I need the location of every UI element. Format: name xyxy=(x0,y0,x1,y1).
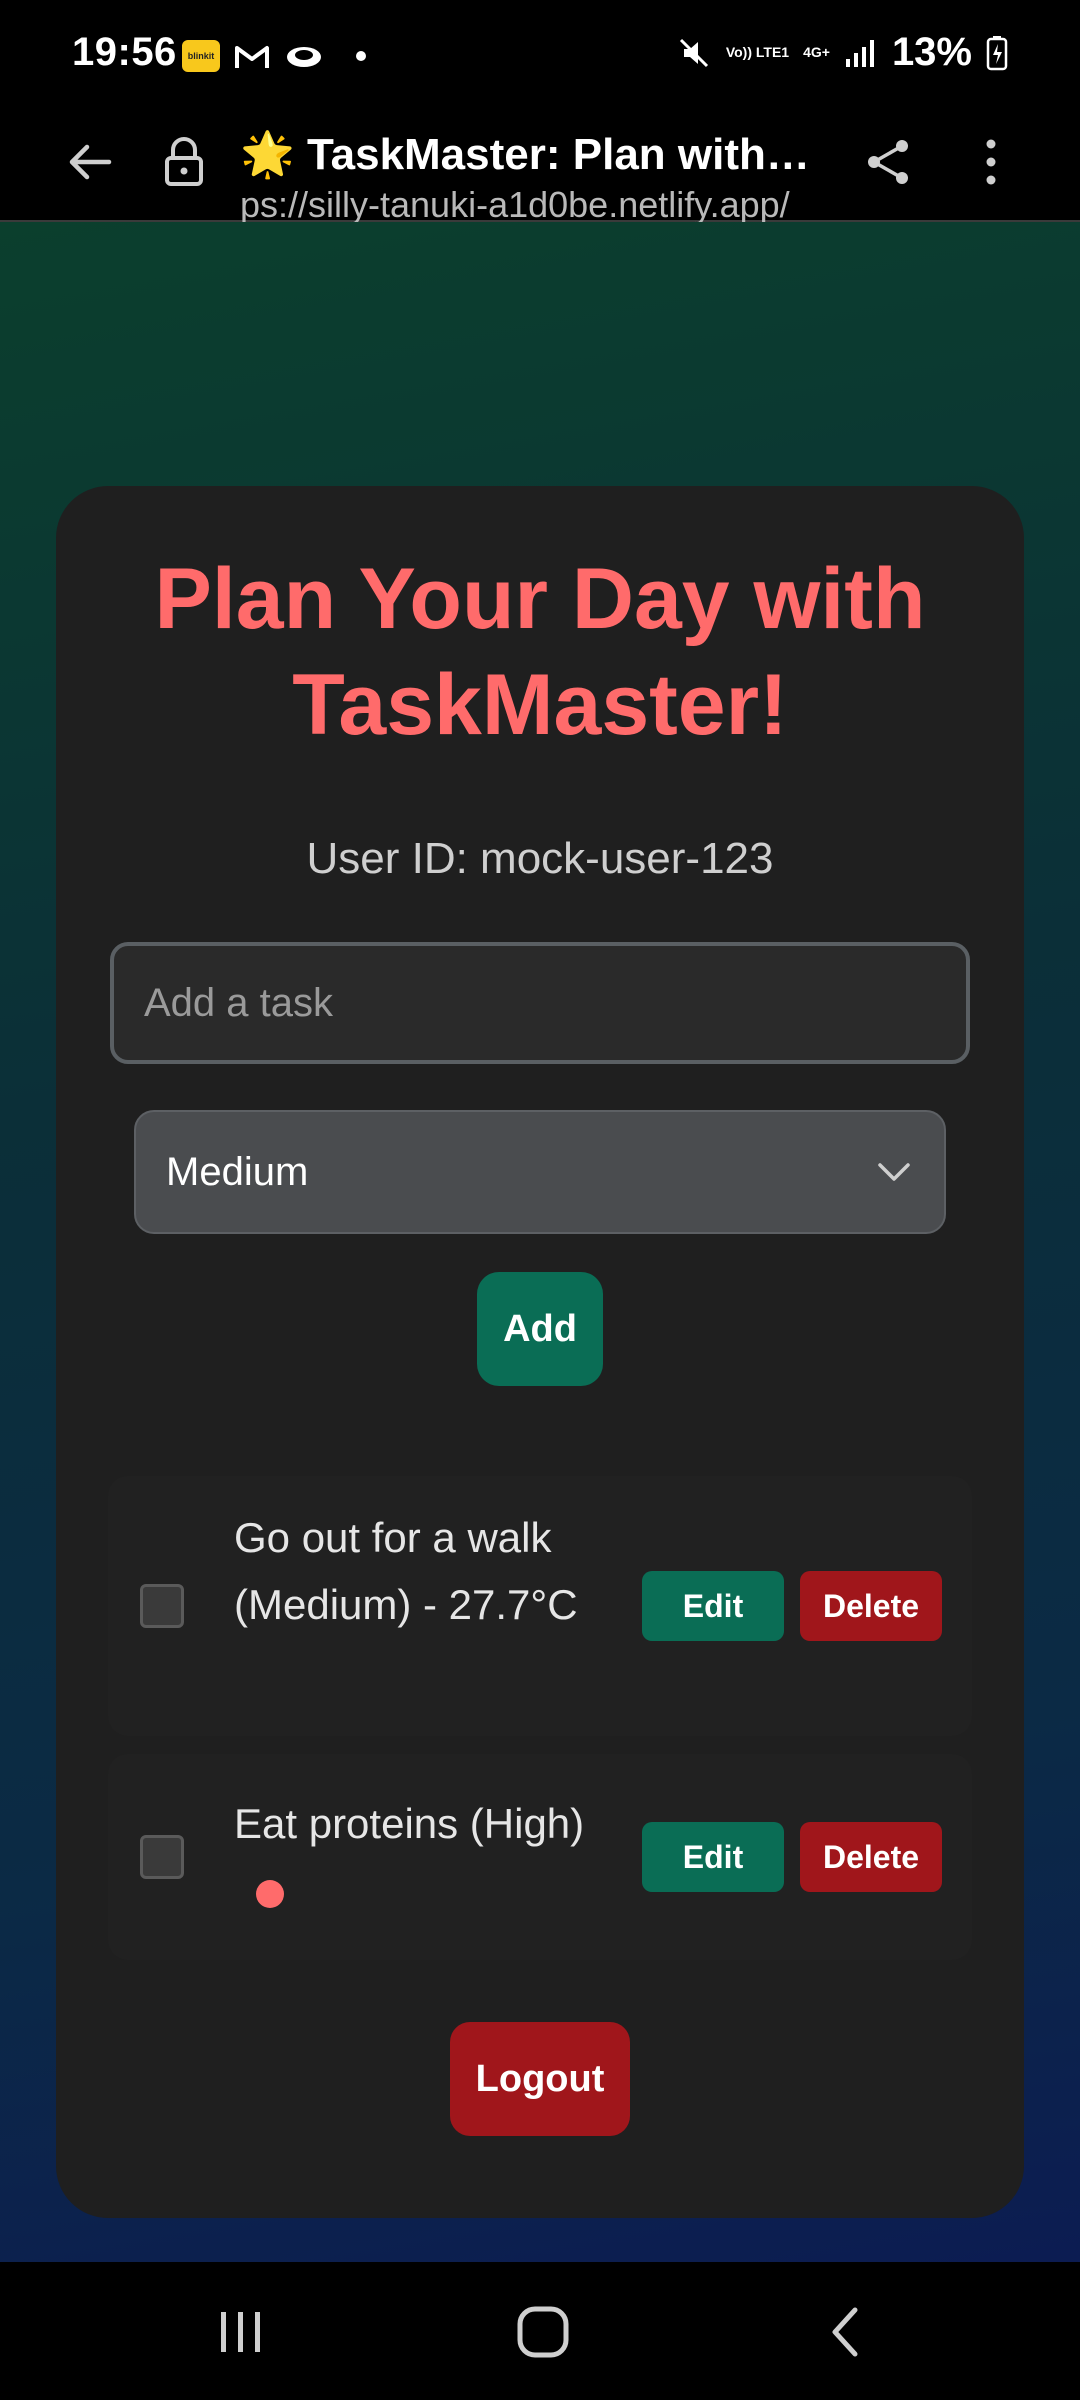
browser-toolbar: 🌟 TaskMaster: Plan with E... ps://silly-… xyxy=(0,120,1080,225)
task-input[interactable] xyxy=(110,942,970,1064)
recents-icon[interactable] xyxy=(196,2292,286,2372)
delete-task-button[interactable]: Delete xyxy=(800,1822,942,1892)
mute-icon xyxy=(679,38,708,67)
priority-select-value: Medium xyxy=(166,1149,309,1194)
notification-icons: blinkit xyxy=(182,40,366,72)
logout-button[interactable]: Logout xyxy=(450,2022,630,2136)
task-item: Go out for a walk (Medium) - 27.7°C Edit… xyxy=(108,1476,972,1736)
task-text: Eat proteins (High) xyxy=(234,1800,585,1847)
status-bar: 19:56 blinkit Vo)) LTE1 4G+ 13% xyxy=(0,0,1080,120)
network-gen-label: 4G+ xyxy=(803,44,830,60)
system-nav-bar xyxy=(0,2262,1080,2400)
task-text: Go out for a walk (Medium) - 27.7°C xyxy=(234,1514,578,1628)
signal-icon xyxy=(845,39,874,67)
user-id-label: User ID: mock-user-123 xyxy=(306,834,774,883)
edit-task-button[interactable]: Edit xyxy=(642,1571,784,1641)
task-text-wrapper: Eat proteins (High) xyxy=(234,1790,594,1924)
battery-charging-icon xyxy=(986,35,1008,70)
cloud-icon xyxy=(287,47,321,67)
page-url[interactable]: ps://silly-tanuki-a1d0be.netlify.app/ xyxy=(240,184,840,226)
add-task-button[interactable]: Add xyxy=(477,1272,603,1386)
more-notifications-dot xyxy=(356,51,366,61)
chevron-down-icon xyxy=(874,1152,914,1192)
status-time: 19:56 xyxy=(72,30,177,74)
share-icon[interactable] xyxy=(858,130,918,194)
page-heading: Plan Your Day with TaskMaster! xyxy=(154,551,926,753)
web-viewport: Plan Your Day with TaskMaster! User ID: … xyxy=(0,222,1080,2262)
task-item: Eat proteins (High) Edit Delete xyxy=(108,1754,972,1960)
lock-icon[interactable] xyxy=(158,130,210,194)
blinkit-icon: blinkit xyxy=(182,40,220,72)
back-icon[interactable] xyxy=(800,2292,890,2372)
back-arrow-icon[interactable] xyxy=(60,132,120,192)
page-title[interactable]: 🌟 TaskMaster: Plan with E... xyxy=(240,128,820,180)
delete-task-button[interactable]: Delete xyxy=(800,1571,942,1641)
edit-task-button[interactable]: Edit xyxy=(642,1822,784,1892)
priority-select[interactable]: Medium xyxy=(134,1110,946,1234)
volte-label: Vo)) LTE1 xyxy=(725,44,790,60)
status-right: Vo)) LTE1 4G+ 13% xyxy=(676,30,1008,75)
task-complete-checkbox[interactable] xyxy=(140,1835,184,1879)
battery-percent: 13% xyxy=(891,30,972,74)
gmail-icon xyxy=(235,46,269,68)
taskmaster-card: Plan Your Day with TaskMaster! User ID: … xyxy=(56,486,1024,2218)
more-vert-icon[interactable] xyxy=(966,130,1016,194)
high-priority-dot-icon xyxy=(256,1879,284,1908)
task-complete-checkbox[interactable] xyxy=(140,1584,184,1628)
home-icon[interactable] xyxy=(498,2292,588,2372)
